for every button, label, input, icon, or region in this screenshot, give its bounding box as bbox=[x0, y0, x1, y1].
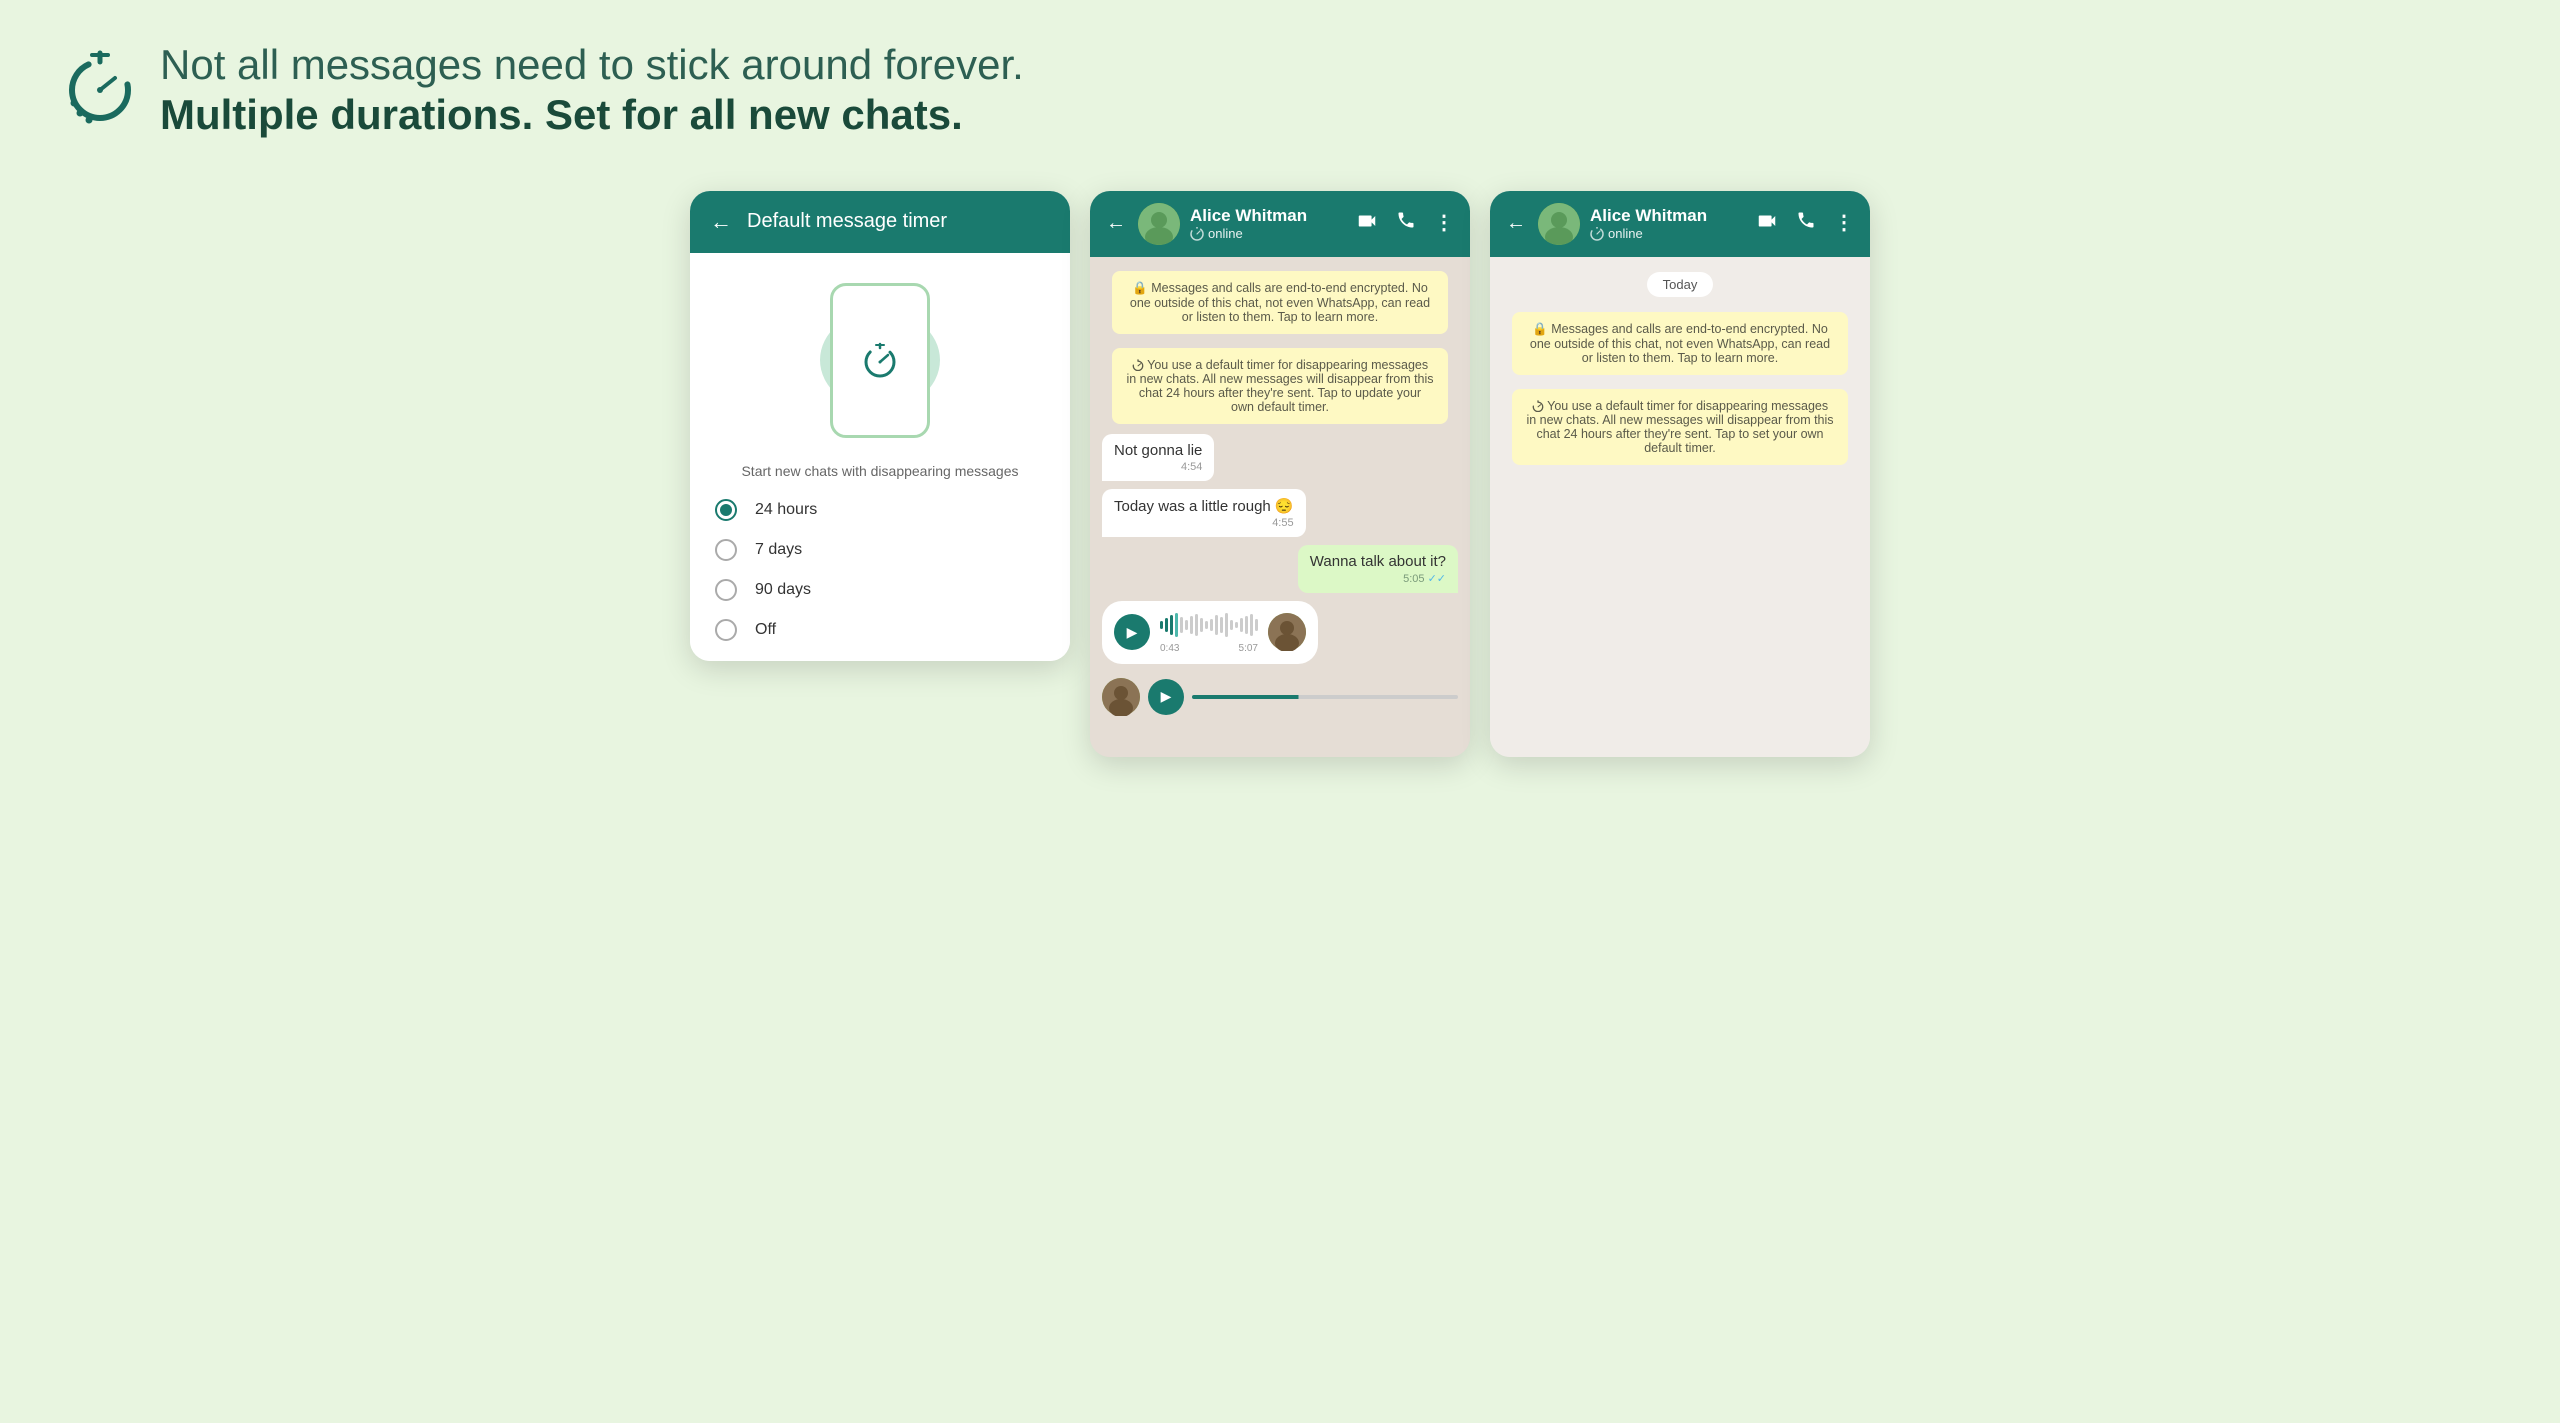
phone-illustration bbox=[715, 283, 1045, 438]
radio-label-off: Off bbox=[755, 621, 776, 639]
chat2-avatar[interactable] bbox=[1138, 203, 1180, 245]
chat2-system-lock[interactable]: 🔒 Messages and calls are end-to-end encr… bbox=[1112, 271, 1448, 334]
screen-chat-3: ← Alice Whitman online bbox=[1490, 191, 1870, 757]
chat3-contact-status: online bbox=[1590, 226, 1746, 241]
phone-call-icon-3[interactable] bbox=[1796, 210, 1816, 238]
chat2-msg-3: Wanna talk about it? 5:05 ✓✓ bbox=[1298, 545, 1458, 593]
chat3-top-bar: ← Alice Whitman online bbox=[1490, 191, 1870, 257]
radio-7d[interactable]: 7 days bbox=[715, 539, 1045, 561]
chat3-body: Today 🔒 Messages and calls are end-to-en… bbox=[1490, 257, 1870, 757]
chat2-icons: ⋮ bbox=[1356, 210, 1454, 238]
timer-content: Start new chats with disappearing messag… bbox=[690, 253, 1070, 661]
timer-status-icon-2 bbox=[1190, 227, 1204, 241]
header-line2: Multiple durations. Set for all new chat… bbox=[160, 90, 1024, 140]
timer-subtitle: Start new chats with disappearing messag… bbox=[715, 463, 1045, 479]
chat2-contact-info[interactable]: Alice Whitman online bbox=[1190, 206, 1346, 241]
screens-container: ← Default message timer Start new chats … bbox=[60, 191, 2500, 757]
chat3-contact-name: Alice Whitman bbox=[1590, 206, 1746, 226]
chat3-back-icon[interactable]: ← bbox=[1506, 212, 1526, 235]
radio-label-90d: 90 days bbox=[755, 581, 811, 599]
chat3-avatar[interactable] bbox=[1538, 203, 1580, 245]
radio-label-7d: 7 days bbox=[755, 541, 802, 559]
chat2-msg-2-time: 4:55 bbox=[1114, 517, 1294, 529]
chat2-voice-2-partial: ▶ bbox=[1102, 670, 1458, 724]
double-tick-icon: ✓✓ bbox=[1428, 573, 1446, 585]
chat2-msg-1-time: 4:54 bbox=[1114, 461, 1202, 473]
header-text: Not all messages need to stick around fo… bbox=[160, 40, 1024, 141]
header-line1: Not all messages need to stick around fo… bbox=[160, 40, 1024, 90]
avatar-image-3 bbox=[1538, 203, 1580, 245]
chat2-top-bar: ← Alice Whitman online bbox=[1090, 191, 1470, 257]
chat2-system-timer[interactable]: You use a default timer for disappearing… bbox=[1112, 348, 1448, 424]
radio-circle-90d bbox=[715, 579, 737, 601]
chat2-contact-status: online bbox=[1190, 226, 1346, 241]
chat2-body: 🔒 Messages and calls are end-to-end encr… bbox=[1090, 257, 1470, 757]
phone-icon-2 bbox=[1396, 210, 1416, 230]
voice-avatar-2 bbox=[1102, 678, 1140, 716]
radio-90d[interactable]: 90 days bbox=[715, 579, 1045, 601]
timer-phone-icon bbox=[860, 340, 900, 380]
screen-chat-2: ← Alice Whitman online bbox=[1090, 191, 1470, 757]
screen-timer: ← Default message timer Start new chats … bbox=[690, 191, 1070, 661]
radio-label-24h: 24 hours bbox=[755, 501, 817, 519]
voice-avatar-image bbox=[1268, 613, 1306, 651]
timer-top-bar: ← Default message timer bbox=[690, 191, 1070, 253]
phone-call-icon-2[interactable] bbox=[1396, 210, 1416, 238]
chat2-msg-1: Not gonna lie 4:54 bbox=[1102, 434, 1214, 481]
voice-avatar-image-2 bbox=[1102, 678, 1140, 716]
radio-circle-off bbox=[715, 619, 737, 641]
wave-container-1: 0:43 5:07 bbox=[1160, 611, 1258, 654]
chat2-voice-1[interactable]: ▶ bbox=[1102, 601, 1318, 664]
wave-bar-2 bbox=[1192, 695, 1458, 699]
radio-circle-7d bbox=[715, 539, 737, 561]
video-icon-2 bbox=[1356, 210, 1378, 232]
chat3-contact-info[interactable]: Alice Whitman online bbox=[1590, 206, 1746, 241]
radio-off[interactable]: Off bbox=[715, 619, 1045, 641]
play-button-1[interactable]: ▶ bbox=[1114, 614, 1150, 650]
chat3-system-timer[interactable]: You use a default timer for disappearing… bbox=[1512, 389, 1848, 465]
phone-shell bbox=[830, 283, 930, 438]
chat3-date-badge: Today bbox=[1647, 272, 1714, 297]
radio-group: 24 hours 7 days 90 days Off bbox=[715, 499, 1045, 641]
phone-icon-3 bbox=[1796, 210, 1816, 230]
radio-circle-24h bbox=[715, 499, 737, 521]
chat2-contact-name: Alice Whitman bbox=[1190, 206, 1346, 226]
timer-logo-icon bbox=[60, 45, 140, 125]
video-icon-3 bbox=[1756, 210, 1778, 232]
timer-system-icon-2 bbox=[1132, 359, 1144, 371]
radio-24h[interactable]: 24 hours bbox=[715, 499, 1045, 521]
voice-avatar-1 bbox=[1268, 613, 1306, 651]
chat2-msg-3-time: 5:05 ✓✓ bbox=[1310, 572, 1446, 585]
chat2-back-icon[interactable]: ← bbox=[1106, 212, 1126, 235]
page-header: Not all messages need to stick around fo… bbox=[60, 40, 2500, 141]
back-arrow-icon[interactable]: ← bbox=[710, 209, 732, 235]
voice-times-1: 0:43 5:07 bbox=[1160, 643, 1258, 654]
play-button-2[interactable]: ▶ bbox=[1148, 679, 1184, 715]
chat3-system-lock[interactable]: 🔒 Messages and calls are end-to-end encr… bbox=[1512, 312, 1848, 375]
video-call-icon-3[interactable] bbox=[1756, 210, 1778, 238]
timer-system-icon-3 bbox=[1532, 400, 1544, 412]
video-call-icon-2[interactable] bbox=[1356, 210, 1378, 238]
chat2-msg-2: Today was a little rough 😔 4:55 bbox=[1102, 489, 1306, 537]
avatar-image-2 bbox=[1138, 203, 1180, 245]
more-icon-2[interactable]: ⋮ bbox=[1434, 210, 1454, 238]
timer-screen-title: Default message timer bbox=[747, 210, 947, 233]
more-icon-3[interactable]: ⋮ bbox=[1834, 210, 1854, 238]
chat3-icons: ⋮ bbox=[1756, 210, 1854, 238]
timer-status-icon-3 bbox=[1590, 227, 1604, 241]
